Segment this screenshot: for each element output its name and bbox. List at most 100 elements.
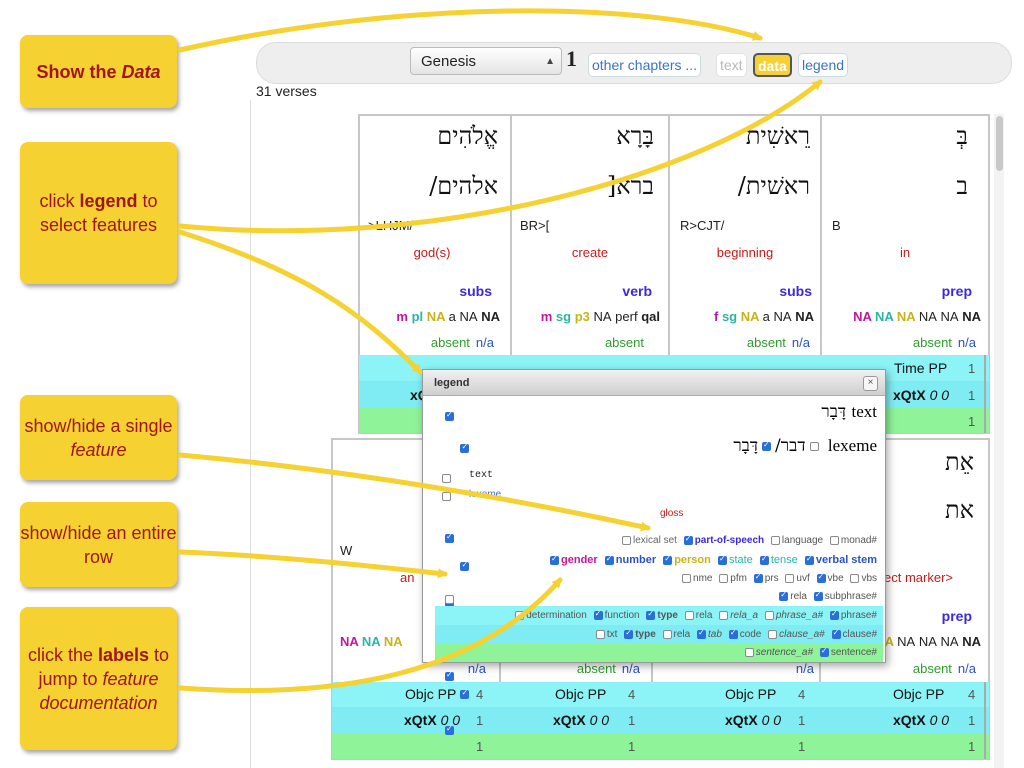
- clause-label: xQtX 0 0: [893, 712, 950, 728]
- row-checkbox[interactable]: [445, 670, 454, 682]
- legend-feature-row: nme pfm prs uvf vbe vbs: [682, 572, 877, 584]
- row-divider: [984, 355, 986, 433]
- clause-number: 1: [968, 388, 976, 403]
- word-text: אֱלֹהִים: [437, 122, 498, 150]
- feature-phrase[interactable]: phrase#: [841, 610, 877, 621]
- row-checkbox[interactable]: [442, 492, 451, 501]
- callout-click-legend: click legend to select features: [20, 142, 177, 284]
- legend-feature-row: txt type rela tab code clause_a# clause#: [595, 628, 877, 640]
- feature-prs[interactable]: prs: [765, 573, 779, 584]
- feature-vbs[interactable]: vbs: [861, 573, 877, 584]
- word-pos: verb: [622, 283, 652, 299]
- other-chapters-button[interactable]: other chapters ...: [588, 53, 702, 77]
- legend-feature-row: sentence_a# sentence#: [744, 646, 877, 658]
- feature-state[interactable]: state: [729, 554, 753, 566]
- feature-function[interactable]: function: [605, 610, 640, 621]
- word-translit: B: [832, 218, 841, 233]
- legend-feature-row: gender number person state tense verbal …: [550, 554, 877, 566]
- feature-nme[interactable]: nme: [693, 573, 712, 584]
- feature-verbal-stem[interactable]: verbal stem: [816, 554, 877, 566]
- word-absent: n/a: [467, 661, 486, 676]
- word-morph: NA NA NA NA NA: [875, 634, 981, 649]
- feature-phrase-type[interactable]: type: [657, 610, 678, 621]
- feature-phrase-a[interactable]: phrase_a#: [776, 610, 823, 621]
- row-checkbox-lexeme[interactable]: [460, 442, 470, 454]
- feature-clause-a[interactable]: clause_a#: [779, 629, 825, 640]
- row-checkbox-text[interactable]: [445, 410, 454, 422]
- phrase-label: Objc PP: [405, 686, 457, 702]
- text-button[interactable]: text: [716, 53, 747, 77]
- word-lexeme: ברא[: [606, 172, 654, 200]
- feature-clause[interactable]: clause#: [843, 629, 877, 640]
- sentence-number: 1: [968, 414, 976, 429]
- row-checkbox[interactable]: [445, 595, 454, 604]
- sentence-number: 1: [476, 739, 484, 754]
- phrase-number: 4: [628, 687, 636, 702]
- feature-sentence[interactable]: sentence#: [831, 647, 877, 658]
- legend-text-sample: דָּבָר text: [821, 402, 877, 422]
- row-checkbox[interactable]: [442, 474, 451, 483]
- feature-code[interactable]: code: [740, 629, 762, 640]
- scrollbar-thumb[interactable]: [996, 116, 1003, 171]
- feature-sentence-a[interactable]: sentence_a#: [756, 647, 813, 658]
- feature-clause-rela[interactable]: rela: [674, 629, 691, 640]
- word-gloss: beginning: [716, 245, 774, 260]
- feature-person[interactable]: person: [674, 554, 711, 566]
- feature-tense[interactable]: tense: [771, 554, 798, 566]
- feature-subphrase[interactable]: subphrase#: [825, 591, 877, 602]
- data-button[interactable]: data: [753, 53, 792, 77]
- word-lexeme: אלהים/: [429, 172, 498, 200]
- word-text: אֵת: [944, 448, 974, 476]
- word-pos: prep: [941, 283, 972, 299]
- feature-uvf[interactable]: uvf: [796, 573, 809, 584]
- feature-language[interactable]: language: [782, 535, 823, 546]
- feature-gender[interactable]: gender: [561, 554, 598, 566]
- sentence-number: 1: [628, 739, 636, 754]
- feature-number[interactable]: number: [616, 554, 656, 566]
- feature-rela[interactable]: rela: [790, 591, 807, 602]
- word-translit: W: [340, 543, 353, 558]
- legend-button[interactable]: legend: [798, 53, 849, 77]
- sentence-row[interactable]: [332, 733, 989, 759]
- legend-label-gloss[interactable]: gloss: [660, 508, 683, 519]
- word-gloss: create: [571, 245, 609, 260]
- feature-determination[interactable]: determination: [526, 610, 587, 621]
- feature-clause-type[interactable]: type: [635, 629, 656, 640]
- feature-part-of-speech[interactable]: part-of-speech: [695, 535, 764, 546]
- word-morph: m pl NA a NA NA: [396, 309, 500, 324]
- callout-show-hide-feature: show/hide a single feature: [20, 395, 177, 480]
- book-select[interactable]: Genesis ▲: [410, 47, 562, 75]
- word-morph: m sg p3 NA perf qal: [540, 309, 660, 324]
- legend-lexeme-sample: דבר/דָּבָר lexeme: [733, 436, 877, 456]
- feature-phrase-rela[interactable]: rela: [696, 610, 713, 621]
- word-lexeme: ראשׁית/: [737, 172, 810, 200]
- close-icon[interactable]: ×: [863, 376, 878, 391]
- feature-txt[interactable]: txt: [607, 629, 618, 640]
- legend-title[interactable]: legend: [423, 370, 885, 396]
- word-absent: absent n/a: [746, 335, 810, 350]
- phrase-label: Objc PP: [725, 686, 777, 702]
- legend-feature-row: lexical set part-of-speech language mona…: [622, 534, 877, 546]
- feature-tab[interactable]: tab: [708, 629, 722, 640]
- word-translit: BR>[: [520, 218, 550, 233]
- word-morph: NA NA NA NA NA NA: [853, 309, 981, 324]
- legend-dialog: legend × דָּבָר text דבר/דָּבָר lexeme t…: [422, 369, 886, 736]
- legend-label-lexeme[interactable]: lexeme: [469, 489, 501, 500]
- feature-lexical-set[interactable]: lexical set: [633, 535, 677, 546]
- scrollbar[interactable]: [994, 114, 1004, 768]
- phrase-number: 1: [968, 361, 976, 376]
- word-pos: prep: [941, 608, 972, 624]
- feature-monad[interactable]: monad#: [841, 535, 877, 546]
- row-checkbox[interactable]: [445, 532, 454, 544]
- callout-show-hide-row: show/hide an entire row: [20, 502, 177, 587]
- feature-pfm[interactable]: pfm: [730, 573, 747, 584]
- word-absent: absent n/a: [912, 661, 976, 676]
- legend-feature-row: rela subphrase#: [779, 590, 877, 602]
- row-checkbox[interactable]: [445, 724, 454, 736]
- row-checkbox[interactable]: [460, 688, 470, 700]
- row-checkbox[interactable]: [460, 560, 470, 572]
- feature-rela-a[interactable]: rela_a: [730, 610, 758, 621]
- feature-vbe[interactable]: vbe: [828, 573, 844, 584]
- legend-label-text[interactable]: text: [469, 470, 493, 481]
- word-gloss: in: [899, 245, 911, 260]
